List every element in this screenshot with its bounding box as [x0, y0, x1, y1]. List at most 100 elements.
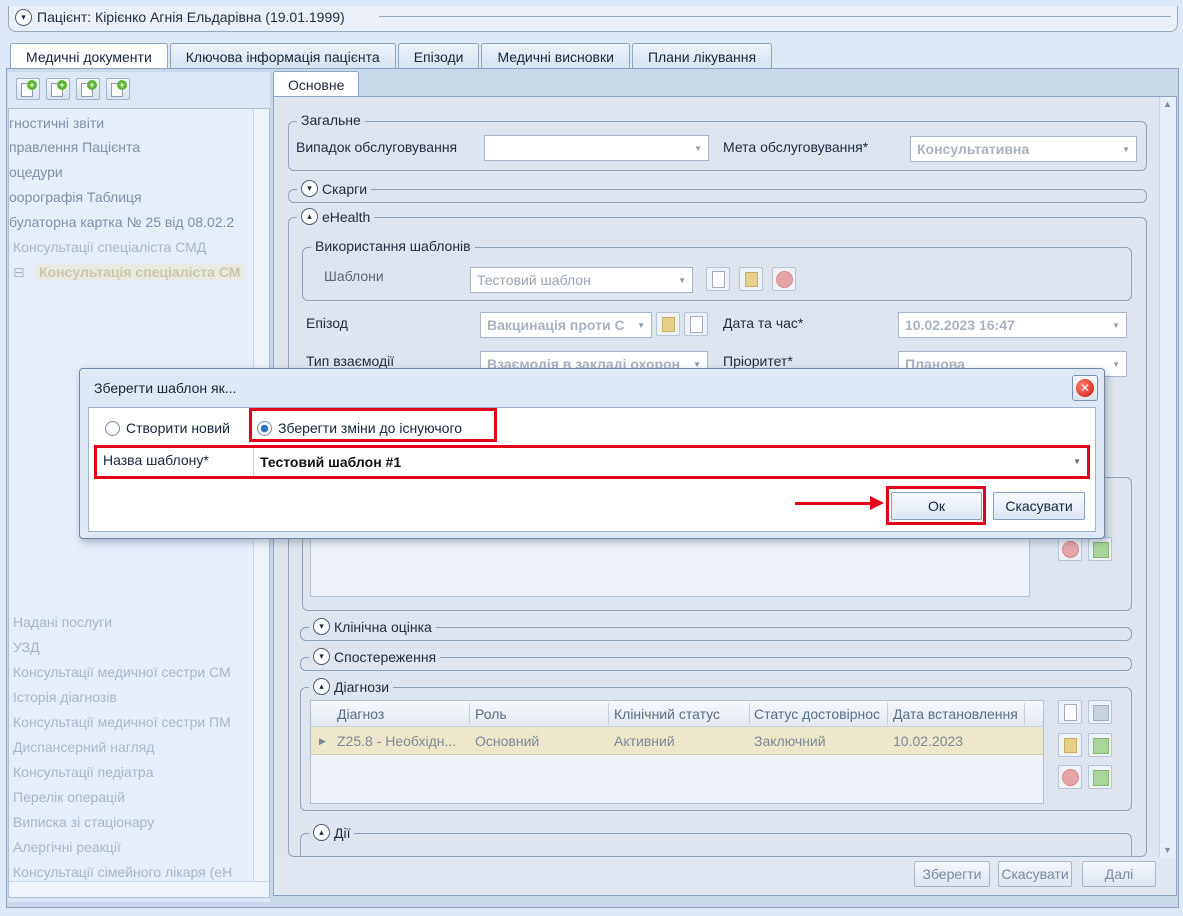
dialog-cancel-button[interactable]: Скасувати [993, 492, 1085, 520]
diagnoses-legend[interactable]: ▴ Діагнози [309, 678, 394, 695]
tree-item[interactable]: правлення Пацієнта [9, 139, 140, 155]
refresh-icon[interactable] [1088, 733, 1112, 757]
tab-medical-documents[interactable]: Медичні документи [10, 43, 168, 70]
observations-title: Спостереження [334, 648, 437, 665]
document-icon[interactable] [684, 312, 708, 336]
tools-icon[interactable] [1088, 700, 1112, 724]
tree-item[interactable]: оорографія Таблиця [9, 189, 142, 205]
close-icon: ✕ [1076, 379, 1094, 397]
tree-item[interactable]: оцедури [9, 164, 63, 180]
tab-key-patient-info[interactable]: Ключова інформація пацієнта [169, 43, 396, 69]
scroll-down-icon[interactable]: ▼ [1163, 845, 1172, 855]
cell-role: Основний [475, 733, 540, 749]
col-diagnosis[interactable]: Діагноз [337, 706, 467, 722]
row-expander[interactable]: ▶ [319, 736, 326, 747]
tree-item[interactable]: Надані послуги [13, 614, 112, 630]
complaints-legend[interactable]: ▾ Скарги [297, 180, 372, 197]
tree-horizontal-scrollbar[interactable] [9, 881, 269, 897]
tree-item[interactable]: Консультації медичної сестри ПМ [13, 714, 231, 730]
tree-item[interactable]: Диспансерний нагляд [13, 739, 154, 755]
tab-treatment-plans[interactable]: Плани лікування [631, 43, 773, 69]
add-document-icon[interactable]: + [16, 78, 40, 100]
sidebar-toolbar: + + + + [16, 78, 130, 100]
dialog-close-button[interactable]: ✕ [1072, 375, 1098, 401]
cancel-button[interactable]: Скасувати [998, 861, 1072, 887]
diagnoses-title: Діагнози [334, 678, 390, 695]
chevron-down-icon[interactable]: ▾ [15, 8, 32, 26]
col-clinical-status[interactable]: Клінічний статус [614, 706, 750, 722]
add-icon[interactable] [1058, 700, 1082, 724]
annotation-arrow [795, 502, 873, 505]
observations-section: ▾ Спостереження [300, 648, 1132, 671]
chevron-down-icon[interactable]: ▾ [301, 180, 318, 197]
tree-item[interactable]: Історія діагнозів [13, 689, 117, 705]
add-record-icon[interactable]: + [46, 78, 70, 100]
tree-item[interactable]: Консультації спеціаліста СМД [13, 239, 206, 255]
diagnoses-grid[interactable]: Діагноз Роль Клінічний статус Статус дос… [310, 700, 1044, 804]
goal-select[interactable]: Консультативна ▼ [910, 136, 1137, 162]
highlight-box [94, 445, 1090, 479]
table-row[interactable]: ▶ Z25.8 - Необхідн... Основний Активний … [311, 727, 1043, 755]
dialog-title: Зберегти шаблон як... [94, 380, 237, 396]
chevron-up-icon[interactable]: ▴ [313, 678, 330, 695]
delete-icon[interactable] [772, 267, 796, 291]
delete-icon[interactable] [1058, 537, 1082, 561]
general-legend: Загальне [297, 112, 365, 128]
chevron-down-icon[interactable]: ▾ [313, 648, 330, 665]
col-role[interactable]: Роль [475, 706, 605, 722]
book-icon[interactable] [656, 312, 680, 336]
tree-item[interactable]: Консультації медичної сестри СМ [13, 664, 231, 680]
cell-verification-status: Заключний [754, 733, 826, 749]
patient-legend[interactable]: ▾ Пацієнт: Кірієнко Агнія Ельдарівна (19… [13, 6, 351, 28]
annotation-arrow-head [870, 496, 884, 510]
complaints-title: Скарги [322, 180, 368, 197]
observations-legend[interactable]: ▾ Спостереження [309, 648, 441, 665]
tree-item[interactable]: Консультації сімейного лікаря (еН [13, 864, 232, 880]
tree-item[interactable]: Виписка зі стаціонару [13, 814, 154, 830]
episode-select[interactable]: Вакцинація проти С ▼ [480, 312, 652, 338]
chevron-up-icon[interactable]: ▴ [301, 208, 318, 225]
tab-medical-conclusions[interactable]: Медичні висновки [481, 43, 630, 69]
tree-item[interactable]: гностичні звіти [9, 115, 104, 131]
chevron-down-icon[interactable]: ▾ [313, 618, 330, 635]
add-template-icon[interactable] [706, 267, 730, 291]
save-button[interactable]: Зберегти [914, 861, 990, 887]
col-verification-status[interactable]: Статус достовірнос [754, 706, 886, 722]
highlight-box [886, 486, 986, 525]
tab-episodes[interactable]: Епізоди [397, 43, 480, 69]
tree-item[interactable]: УЗД [13, 639, 40, 655]
radio-create-new[interactable]: Створити новий [105, 420, 230, 436]
complaints-section: ▾ Скарги [288, 180, 1147, 203]
radio-button[interactable] [105, 420, 120, 436]
scroll-up-icon[interactable]: ▲ [1163, 99, 1172, 109]
flag-icon[interactable] [1088, 537, 1112, 561]
tab-main[interactable]: Основне [273, 71, 360, 97]
tree-item-selected[interactable]: Консультація спеціаліста СМ [35, 264, 245, 280]
goal-label: Мета обслуговування* [723, 139, 869, 155]
clinical-legend[interactable]: ▾ Клінічна оцінка [309, 618, 436, 635]
ehealth-title: eHealth [322, 208, 371, 225]
add-item-icon[interactable]: + [106, 78, 130, 100]
radio-create-new-label: Створити новий [126, 420, 230, 436]
ehealth-legend[interactable]: ▴ eHealth [297, 208, 375, 225]
patient-header: ▾ Пацієнт: Кірієнко Агнія Ельдарівна (19… [8, 6, 1178, 32]
datetime-picker[interactable]: 10.02.2023 16:47 ▼ [898, 312, 1127, 338]
cell-date: 10.02.2023 [893, 733, 964, 749]
tree-item[interactable]: Перелік операцій [13, 789, 125, 805]
tree-item[interactable]: булаторна картка № 25 від 08.02.2 [9, 214, 234, 230]
delete-icon[interactable] [1058, 765, 1082, 789]
actions-legend[interactable]: ▴ Дії [309, 824, 355, 841]
case-select[interactable]: ▼ [484, 135, 709, 161]
col-date[interactable]: Дата встановлення [893, 706, 1023, 722]
flag-icon[interactable] [1088, 765, 1112, 789]
book-icon[interactable] [739, 267, 763, 291]
form-vertical-scrollbar[interactable]: ▲ ▼ [1159, 97, 1176, 857]
tree-expander[interactable]: ⊟ [13, 264, 25, 281]
book-icon[interactable] [1058, 733, 1082, 757]
tree-item[interactable]: Алергічні реакції [13, 839, 121, 855]
chevron-up-icon[interactable]: ▴ [313, 824, 330, 841]
templates-select[interactable]: Тестовий шаблон ▼ [470, 267, 693, 293]
add-copy-icon[interactable]: + [76, 78, 100, 100]
next-button[interactable]: Далі [1082, 861, 1156, 887]
tree-item[interactable]: Консультації педіатра [13, 764, 154, 780]
